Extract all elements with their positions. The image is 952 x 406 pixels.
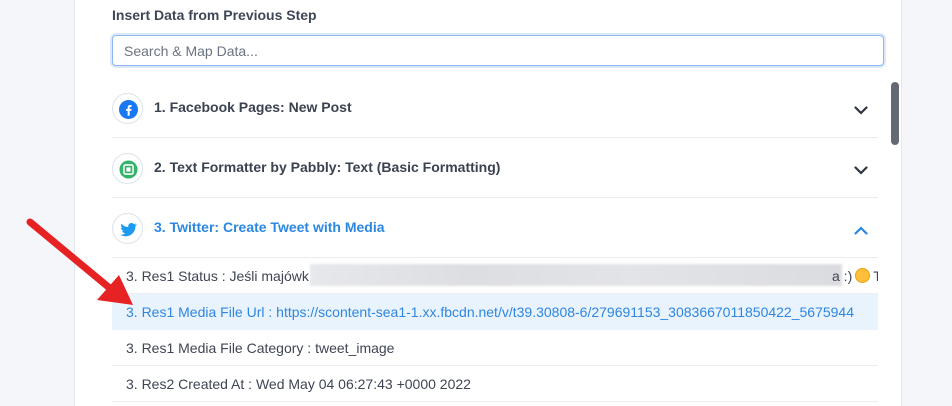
red-arrow-annotation [26, 218, 133, 305]
